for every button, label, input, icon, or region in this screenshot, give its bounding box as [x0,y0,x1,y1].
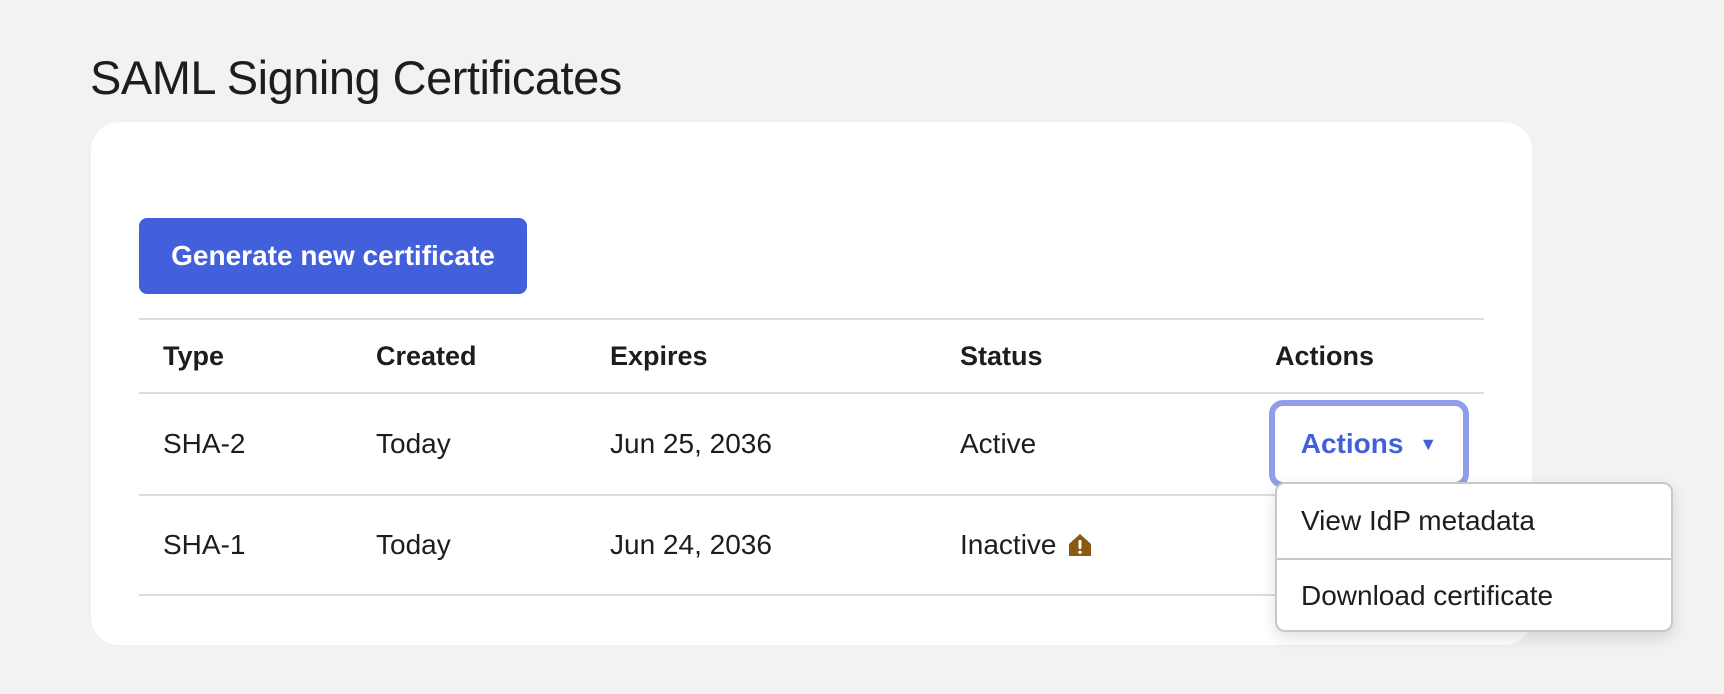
header-created: Created [376,340,477,371]
warning-icon [1068,534,1091,556]
header-status: Status [960,340,1043,371]
header-type: Type [163,340,225,371]
page: SAML Signing Certificates Generate new c… [0,0,1724,694]
generate-certificate-button[interactable]: Generate new certificate [139,218,527,294]
cell-expires: Jun 25, 2036 [610,428,772,459]
header-actions: Actions [1275,340,1375,371]
actions-dropdown-menu: View IdP metadata Download certificate [1275,482,1673,632]
cell-status: Inactive [960,529,1057,560]
page-title: SAML Signing Certificates [90,51,622,104]
table-row: SHA-2 Today Jun 25, 2036 Active Actions … [139,392,1484,494]
menu-item-download-certificate[interactable]: Download certificate [1277,558,1671,630]
cell-expires: Jun 24, 2036 [610,529,772,560]
menu-item-view-idp-metadata[interactable]: View IdP metadata [1277,484,1671,558]
cell-type: SHA-1 [163,529,246,560]
cell-status-container: Inactive [960,496,1093,594]
header-expires: Expires [610,340,708,371]
actions-button-label: Actions [1300,428,1404,459]
chevron-down-icon: ▼ [1419,433,1438,454]
table-header-row: Type Created Expires Status Actions [139,318,1484,392]
cell-status: Active [960,428,1037,459]
row-actions-button[interactable]: Actions ▼ [1269,400,1469,488]
cell-created: Today [376,428,451,459]
cell-type: SHA-2 [163,428,246,459]
cell-created: Today [376,529,451,560]
